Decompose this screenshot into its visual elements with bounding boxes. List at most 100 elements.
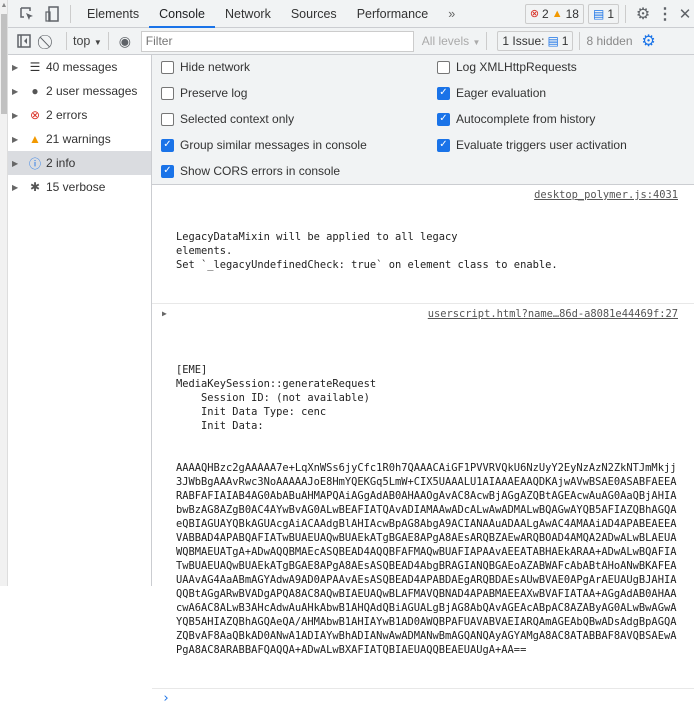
console-message: ▶ userscript.html?name…86d-a8081e44469f:…	[152, 304, 694, 689]
tab-console[interactable]: Console	[149, 0, 215, 28]
sidebar-item-verbose[interactable]: ▶ ✱ 15 verbose	[8, 175, 151, 199]
device-toolbar-icon[interactable]	[40, 5, 64, 22]
sidebar-item-label: 2 errors	[46, 108, 88, 122]
error-icon: ⊗	[29, 108, 41, 122]
source-link[interactable]: userscript.html?name…86d-a8081e44469f:27	[428, 307, 678, 321]
source-link[interactable]: desktop_polymer.js:4031	[534, 188, 678, 202]
preserve-log-checkbox[interactable]: Preserve log	[161, 86, 247, 100]
error-count: 2	[542, 6, 549, 21]
checkbox-label: Evaluate triggers user activation	[456, 138, 627, 152]
prompt-chevron-icon: ›	[162, 691, 170, 706]
warning-icon: ▲	[29, 132, 41, 146]
sidebar-item-label: 40 messages	[46, 60, 118, 74]
settings-gear-icon[interactable]: ⚙	[632, 4, 654, 24]
log-xmlhttprequests-checkbox[interactable]: Log XMLHttpRequests	[437, 60, 577, 74]
inspect-element-icon[interactable]	[14, 6, 40, 21]
expand-arrow-icon[interactable]: ▶	[12, 87, 24, 96]
bug-icon: ✱	[29, 180, 41, 194]
tab-performance[interactable]: Performance	[347, 0, 439, 28]
warning-count: 18	[565, 6, 579, 21]
expand-arrow-icon[interactable]: ▶	[12, 159, 24, 168]
issues-label: 1 Issue:	[502, 34, 545, 48]
hide-network-checkbox[interactable]: Hide network	[161, 60, 250, 74]
divider	[66, 32, 67, 50]
live-expression-eye-icon[interactable]: ◉	[115, 33, 135, 50]
tab-sources[interactable]: Sources	[281, 0, 347, 28]
checkbox-label: Show CORS errors in console	[180, 164, 341, 178]
checkbox-checked[interactable]: ✓	[437, 86, 450, 100]
evaluate-triggers-checkbox[interactable]: ✓ Evaluate triggers user activation	[437, 138, 627, 152]
issues-counter[interactable]: ▤ 1	[587, 3, 619, 24]
divider	[486, 32, 488, 50]
init-data-value: AAAAQHBzc2gAAAAA7e+LqXnWSs6jyCfc1R0h7QAA…	[176, 462, 677, 656]
issue-icon: ▤	[592, 6, 605, 21]
expand-arrow-icon[interactable]: ▶	[162, 307, 167, 321]
checkbox-label: Group similar messages in console	[180, 138, 367, 152]
info-icon: ⓘ	[28, 156, 41, 171]
sidebar-item-label: 21 warnings	[46, 132, 111, 146]
scroll-up-icon[interactable]: ▲	[0, 2, 8, 9]
sidebar-item-label: 2 info	[46, 156, 76, 170]
checkbox-label: Selected context only	[180, 112, 295, 126]
issue-count: 1	[561, 34, 569, 48]
checkbox[interactable]	[161, 60, 174, 74]
checkbox-label: Eager evaluation	[456, 86, 547, 100]
tab-network[interactable]: Network	[215, 0, 281, 28]
checkbox-checked[interactable]: ✓	[161, 164, 174, 178]
error-warning-counter[interactable]: ⊗ 2 ▲ 18	[524, 3, 584, 24]
checkbox[interactable]	[437, 60, 450, 74]
console-settings-gear-icon[interactable]: ⚙	[639, 31, 659, 51]
console-prompt[interactable]: ›	[152, 689, 694, 709]
more-options-icon[interactable]: ⋮	[654, 4, 676, 24]
filter-input[interactable]	[140, 30, 414, 52]
dropdown-arrow-icon: ▼	[472, 38, 481, 47]
divider	[625, 4, 626, 23]
close-icon[interactable]: ✕	[676, 5, 694, 23]
levels-label: All levels	[421, 34, 470, 48]
error-icon: ⊗	[529, 8, 540, 20]
expand-arrow-icon[interactable]: ▶	[12, 63, 24, 72]
tab-elements[interactable]: Elements	[77, 0, 149, 28]
console-sidebar: ▶ ☰ 40 messages ▶ ● 2 user messages ▶ ⊗ 2 erro…	[8, 55, 152, 586]
sidebar-item-label: 15 verbose	[46, 180, 106, 194]
scroll-thumb[interactable]	[1, 14, 7, 114]
user-icon: ●	[31, 84, 39, 98]
checkbox-checked[interactable]: ✓	[161, 138, 174, 152]
expand-arrow-icon[interactable]: ▶	[12, 111, 24, 120]
issue-icon: ▤	[547, 34, 559, 48]
page-scrollbar[interactable]: ▲	[0, 0, 8, 586]
eager-evaluation-checkbox[interactable]: ✓ Eager evaluation	[437, 86, 546, 100]
checkbox[interactable]	[161, 86, 174, 100]
hidden-count: 8 hidden	[586, 34, 633, 48]
checkbox-label: Preserve log	[180, 86, 248, 100]
warning-icon: ▲	[551, 7, 563, 20]
expand-arrow-icon[interactable]: ▶	[12, 135, 24, 144]
sidebar-toggle-icon[interactable]	[12, 34, 36, 48]
sidebar-item-user-messages[interactable]: ▶ ● 2 user messages	[8, 79, 151, 103]
sidebar-item-messages[interactable]: ▶ ☰ 40 messages	[8, 55, 151, 79]
issues-button[interactable]: 1 Issue: ▤ 1	[497, 31, 574, 51]
console-settings-panel: Hide network Preserve log Selected conte…	[152, 55, 694, 185]
expand-arrow-icon[interactable]: ▶	[12, 183, 24, 192]
log-levels-dropdown[interactable]: All levels ▼	[422, 34, 481, 48]
context-selector[interactable]: top ▼	[73, 34, 102, 48]
dropdown-arrow-icon: ▼	[93, 38, 102, 47]
checkbox-checked[interactable]: ✓	[437, 112, 450, 126]
checkbox-checked[interactable]: ✓	[437, 138, 450, 152]
more-tabs-button[interactable]: »	[438, 0, 465, 28]
issue-count: 1	[607, 6, 614, 21]
clear-console-icon[interactable]: ⃠	[36, 33, 60, 50]
checkbox[interactable]	[161, 112, 174, 126]
selected-context-only-checkbox[interactable]: Selected context only	[161, 112, 294, 126]
sidebar-item-info[interactable]: ▶ ⓘ 2 info	[8, 151, 151, 175]
group-similar-checkbox[interactable]: ✓ Group similar messages in console	[161, 138, 367, 152]
show-cors-errors-checkbox[interactable]: ✓ Show CORS errors in console	[161, 164, 340, 178]
checkbox-label: Log XMLHttpRequests	[456, 60, 577, 74]
sidebar-item-warnings[interactable]: ▶ ▲ 21 warnings	[8, 127, 151, 151]
message-text: [EME] MediaKeySession::generateRequest S…	[176, 364, 377, 432]
context-label: top	[73, 34, 91, 48]
sidebar-item-errors[interactable]: ▶ ⊗ 2 errors	[8, 103, 151, 127]
console-toolbar: ⃠ top ▼ ◉ All levels ▼ 1 Issue:▤1 8 hidd…	[8, 28, 694, 55]
divider	[579, 32, 581, 50]
autocomplete-history-checkbox[interactable]: ✓ Autocomplete from history	[437, 112, 595, 126]
